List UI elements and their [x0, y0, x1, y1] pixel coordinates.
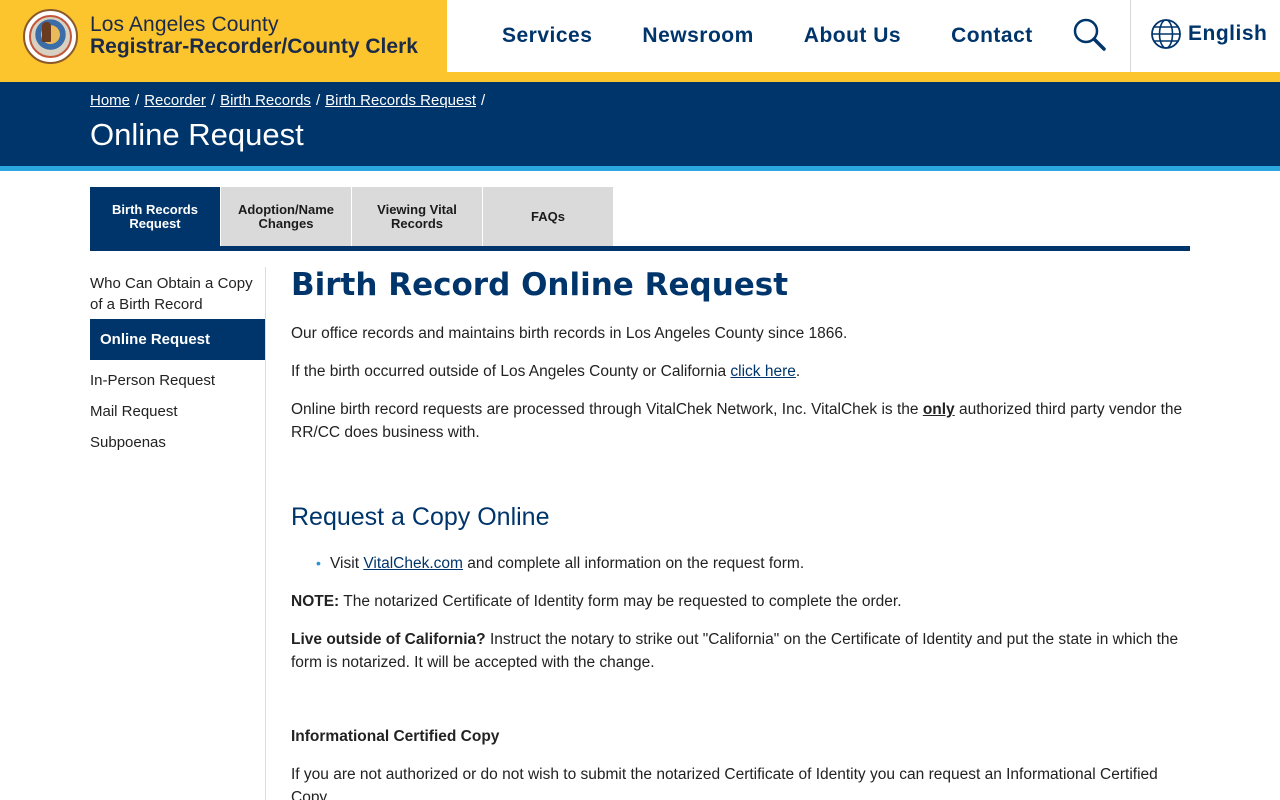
nav-contact[interactable]: Contact [951, 24, 1033, 48]
click-here-link[interactable]: click here [730, 363, 795, 380]
note-label: NOTE: [291, 593, 340, 610]
outside-county-period: . [795, 363, 801, 380]
search-icon[interactable] [1067, 12, 1113, 58]
breadcrumb-home[interactable]: Home [90, 92, 130, 109]
outside-county-text: If the birth occurred outside of Los Ang… [291, 363, 731, 380]
intro-paragraph: Our office records and maintains birth r… [291, 325, 848, 342]
section-heading-request-copy: Request a Copy Online [291, 503, 550, 531]
sidebar-item-mail-request[interactable]: Mail Request [90, 396, 265, 427]
main-nav: Services Newsroom About Us Contact [477, 0, 1058, 72]
breadcrumb-separator: / [210, 92, 216, 109]
tab-adoption-name-changes[interactable]: Adoption/Name Changes [221, 187, 351, 247]
nav-about-us[interactable]: About Us [804, 24, 901, 48]
breadcrumb-separator: / [135, 92, 140, 109]
note-paragraph: NOTE: The notarized Certificate of Ident… [291, 590, 1191, 613]
live-outside-label: Live outside of California? [291, 631, 486, 648]
sidebar-item-who-can-obtain[interactable]: Who Can Obtain a Copy of a Birth Record [90, 267, 265, 319]
sidebar-item-subpoenas[interactable]: Subpoenas [90, 427, 265, 458]
breadcrumb: Home / Recorder / Birth Records / Birth Rec… [90, 92, 490, 109]
breadcrumb-birth-records[interactable]: Birth Records [220, 92, 311, 109]
informational-copy-heading: Informational Certified Copy [291, 728, 500, 745]
visit-text-after: and complete all information on the requ… [462, 555, 805, 572]
list-item: • Visit VitalChek.com and complete all in… [316, 552, 1191, 575]
language-selector[interactable]: English [1150, 17, 1267, 51]
content-heading: Birth Record Online Request [291, 267, 789, 303]
page-title: Online Request [90, 117, 304, 152]
visit-text: Visit [330, 555, 364, 572]
brand-block[interactable]: Los Angeles County Registrar-Recorder/Co… [0, 0, 447, 72]
nav-services[interactable]: Services [502, 24, 592, 48]
main-content: Birth Record Online Request Our office r… [291, 267, 1191, 800]
section-tabs: Birth Records Request Adoption/Name Chan… [90, 187, 614, 247]
informational-copy-paragraph: If you are not authorized or do not wish… [291, 766, 1158, 800]
note-text: The notarized Certificate of Identity fo… [339, 593, 902, 610]
breadcrumb-birth-records-request[interactable]: Birth Records Request [325, 92, 476, 109]
tab-underline-rule [90, 246, 1190, 251]
sidebar-item-online-request[interactable]: Online Request [90, 319, 265, 360]
nav-newsroom[interactable]: Newsroom [642, 24, 753, 48]
tab-faqs[interactable]: FAQs [483, 187, 613, 247]
breadcrumb-separator: / [315, 92, 321, 109]
sidebar-nav: Who Can Obtain a Copy of a Birth Record … [90, 267, 265, 458]
brand-county-name: Los Angeles County [90, 13, 279, 36]
county-seal-logo [23, 9, 78, 64]
request-steps-list: • Visit VitalChek.com and complete all in… [291, 552, 1191, 575]
globe-icon [1151, 19, 1181, 49]
breadcrumb-recorder[interactable]: Recorder [144, 92, 206, 109]
site-header: Los Angeles County Registrar-Recorder/Co… [0, 0, 1280, 82]
header-yellow-strip [0, 72, 1280, 82]
live-outside-paragraph: Live outside of California? Instruct the… [291, 628, 1191, 674]
seal-figure [42, 22, 51, 42]
vitalchek-text-before: Online birth record requests are process… [291, 401, 923, 418]
sidebar-divider [265, 267, 266, 800]
breadcrumb-separator: / [481, 92, 486, 109]
header-divider [1130, 0, 1131, 72]
tab-birth-records-request[interactable]: Birth Records Request [90, 187, 220, 247]
outside-county-paragraph: If the birth occurred outside of Los Ang… [291, 360, 1191, 383]
only-emphasis: only [922, 401, 955, 418]
language-label: English [1188, 22, 1268, 45]
title-band-stripe [0, 166, 1280, 171]
bullet-icon: • [316, 555, 321, 571]
vitalchek-link[interactable]: VitalChek.com [363, 555, 463, 572]
tab-viewing-vital-records[interactable]: Viewing Vital Records [352, 187, 482, 247]
vitalchek-paragraph: Online birth record requests are process… [291, 398, 1191, 444]
sidebar-item-in-person-request[interactable]: In-Person Request [90, 365, 265, 396]
brand-department-name: Registrar-Recorder/County Clerk [90, 35, 418, 58]
